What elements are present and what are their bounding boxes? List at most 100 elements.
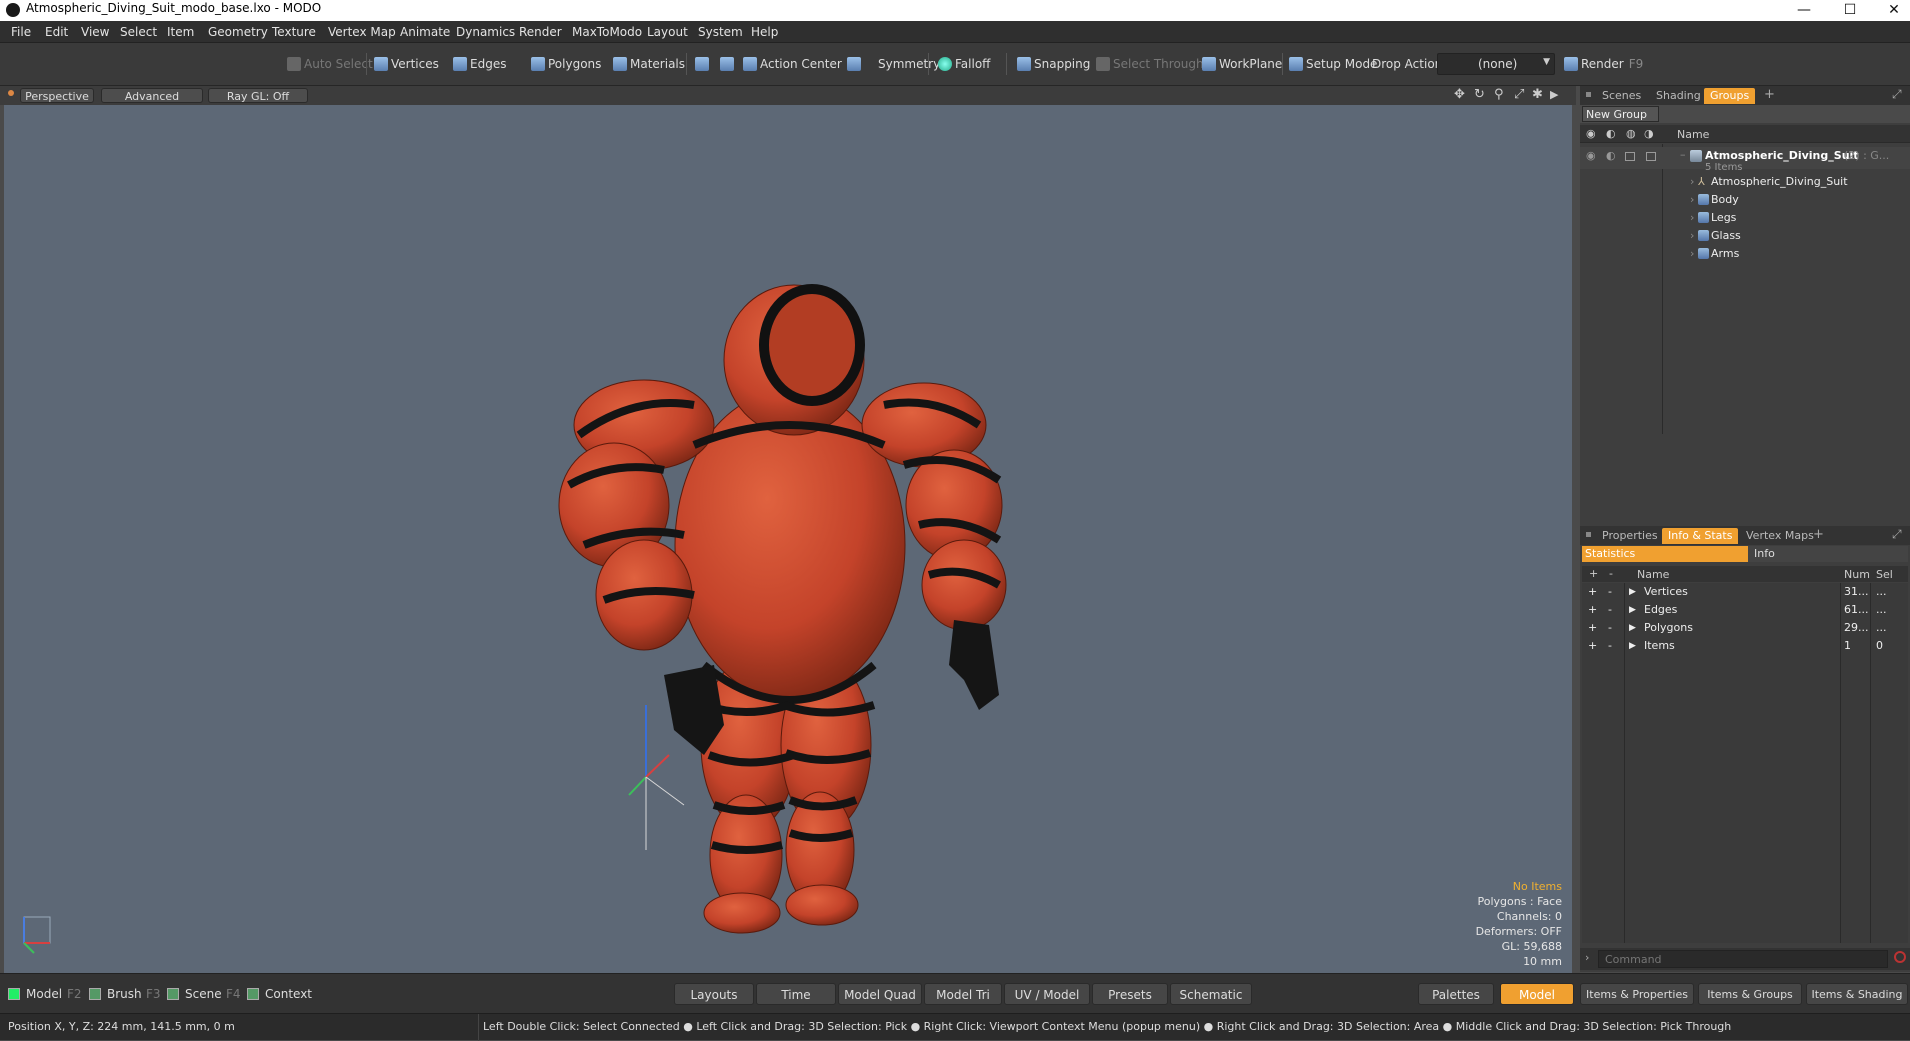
workplane-button[interactable]: WorkPlane [1199, 53, 1282, 75]
items-shading-button[interactable]: Items & Shading [1806, 983, 1908, 1005]
model-mode-button[interactable]: Model [26, 985, 62, 1003]
edges-button[interactable]: Edges [450, 53, 506, 75]
uv-model-button[interactable]: UV / Model [1004, 983, 1090, 1005]
polygons-button[interactable]: Polygons [528, 53, 601, 75]
render-toggle-icon[interactable]: ◐ [1606, 127, 1616, 140]
auto-select-button[interactable]: Auto Select [284, 53, 373, 75]
tab-groups[interactable]: Groups [1704, 88, 1756, 104]
scene-mode-button[interactable]: Scene [185, 985, 222, 1003]
render-toggle-icon[interactable]: ◐ [1606, 147, 1616, 165]
menu-animate[interactable]: Animate [400, 25, 450, 39]
maximize-button[interactable]: ☐ [1828, 0, 1872, 21]
items-properties-button[interactable]: Items & Properties [1580, 983, 1694, 1005]
select-toggle-icon[interactable]: ◑ [1644, 127, 1654, 140]
stats-row-vertices[interactable]: + - ▶ Vertices 31... ... [1582, 583, 1910, 601]
symmetry-button[interactable]: Symmetry [844, 53, 940, 75]
stats-row-edges[interactable]: + - ▶ Edges 61... ... [1582, 601, 1910, 619]
presets-button[interactable]: Presets [1092, 983, 1168, 1005]
gear-icon[interactable]: ✱ [1532, 87, 1543, 102]
tab-vertex-maps[interactable]: Vertex Maps [1740, 528, 1820, 544]
menu-edit[interactable]: Edit [45, 25, 68, 39]
stats-row-polygons[interactable]: + - ▶ Polygons 29... ... [1582, 619, 1910, 637]
stats-row-items[interactable]: + - ▶ Items 1 0 [1582, 637, 1910, 655]
menu-layout[interactable]: Layout [647, 25, 688, 39]
model-layout-button[interactable]: Model [1500, 983, 1574, 1005]
visibility-eye-icon[interactable]: ◉ [1586, 127, 1596, 140]
brush-mode-button[interactable]: Brush [107, 985, 142, 1003]
transform-tool-button[interactable] [692, 53, 709, 75]
new-group-button[interactable]: New Group [1582, 106, 1659, 122]
subtab-info[interactable]: Info [1754, 546, 1775, 562]
menu-item[interactable]: Item [167, 25, 194, 39]
menu-system[interactable]: System [698, 25, 743, 39]
context-mode-button[interactable]: Context [265, 985, 312, 1003]
lock-checkbox[interactable] [1625, 152, 1635, 161]
rotate-tool-button[interactable] [717, 53, 734, 75]
group-item-row[interactable]: › Arms [1580, 245, 1910, 263]
menu-dynamics[interactable]: Dynamics [456, 25, 515, 39]
group-row-root[interactable]: ◉ ◐ – Atmospheric_Diving_Suit (2) : G...… [1580, 146, 1910, 173]
group-icon [1690, 150, 1702, 162]
group-item-row[interactable]: › Legs [1580, 209, 1910, 227]
drop-action-select[interactable]: (none) ▼ [1437, 53, 1555, 75]
select-checkbox[interactable] [1646, 152, 1656, 161]
add-tab-icon[interactable]: + [1813, 527, 1824, 542]
menu-geometry[interactable]: Geometry [208, 25, 268, 39]
menu-file[interactable]: File [11, 25, 31, 39]
tab-scenes[interactable]: Scenes [1596, 88, 1647, 104]
schematic-button[interactable]: Schematic [1170, 983, 1252, 1005]
falloff-button[interactable]: Falloff [935, 53, 990, 75]
tab-info-stats[interactable]: Info & Stats [1662, 528, 1739, 544]
palettes-button[interactable]: Palettes [1418, 983, 1494, 1005]
menu-texture[interactable]: Texture [272, 25, 316, 39]
raygl-tab[interactable]: Ray GL: Off [208, 88, 308, 103]
model-quad-button[interactable]: Model Quad [838, 983, 922, 1005]
group-item-row[interactable]: › Body [1580, 191, 1910, 209]
zoom-icon[interactable]: ⚲ [1494, 87, 1504, 102]
group-item-row[interactable]: › ⅄ Atmospheric_Diving_Suit [1580, 173, 1910, 191]
time-button[interactable]: Time [756, 983, 836, 1005]
collapse-all-icon[interactable]: - [1609, 567, 1613, 580]
expand-arrow-icon[interactable]: ▶ [1550, 88, 1558, 101]
tab-properties[interactable]: Properties [1596, 528, 1664, 544]
expand-all-icon[interactable]: + [1589, 567, 1598, 580]
subtab-statistics[interactable]: Statistics [1582, 546, 1748, 562]
menu-help[interactable]: Help [751, 25, 778, 39]
menu-vertex-map[interactable]: Vertex Map [328, 25, 396, 39]
menu-maxtomodo[interactable]: MaxToModo [572, 25, 642, 39]
close-button[interactable]: ✕ [1872, 0, 1910, 21]
minimize-button[interactable]: — [1782, 0, 1826, 21]
menu-select[interactable]: Select [120, 25, 157, 39]
popout-icon[interactable]: ⤢ [1892, 527, 1902, 542]
command-input[interactable] [1598, 950, 1888, 968]
pan-icon[interactable]: ✥ [1454, 87, 1465, 102]
3d-viewport[interactable]: No Items Polygons : Face Channels: 0 Def… [4, 105, 1572, 973]
perspective-tab[interactable]: Perspective [20, 88, 94, 103]
f2-shortcut: F2 [67, 987, 82, 1001]
collapse-icon[interactable]: – [1680, 146, 1686, 164]
maximize-view-icon[interactable]: ⤢ [1514, 87, 1524, 102]
select-through-button[interactable]: Select Through [1093, 53, 1204, 75]
materials-button[interactable]: Materials [610, 53, 685, 75]
render-button[interactable]: Render F9 [1561, 53, 1643, 75]
snapping-button[interactable]: Snapping [1014, 53, 1090, 75]
add-tab-icon[interactable]: + [1764, 87, 1775, 102]
tab-shading[interactable]: Shading [1650, 88, 1707, 104]
items-groups-button[interactable]: Items & Groups [1698, 983, 1802, 1005]
vertices-button[interactable]: Vertices [371, 53, 439, 75]
record-icon[interactable] [1894, 951, 1906, 963]
lock-toggle-icon[interactable]: ◍ [1626, 127, 1636, 140]
model-tri-button[interactable]: Model Tri [924, 983, 1002, 1005]
advanced-tab[interactable]: Advanced [101, 88, 203, 103]
rotate-view-icon[interactable]: ↻ [1474, 87, 1485, 102]
popout-icon[interactable]: ⤢ [1892, 87, 1902, 102]
setup-mode-button[interactable]: Setup Mode [1286, 53, 1377, 75]
menu-view[interactable]: View [81, 25, 109, 39]
menu-render[interactable]: Render [519, 25, 562, 39]
group-item-row[interactable]: › Glass [1580, 227, 1910, 245]
toolbar-divider [1006, 53, 1007, 75]
layouts-button[interactable]: Layouts [674, 983, 754, 1005]
visibility-eye-icon[interactable]: ◉ [1586, 147, 1596, 165]
workplane-icon [1202, 57, 1216, 71]
action-center-button[interactable]: Action Center [740, 53, 842, 75]
